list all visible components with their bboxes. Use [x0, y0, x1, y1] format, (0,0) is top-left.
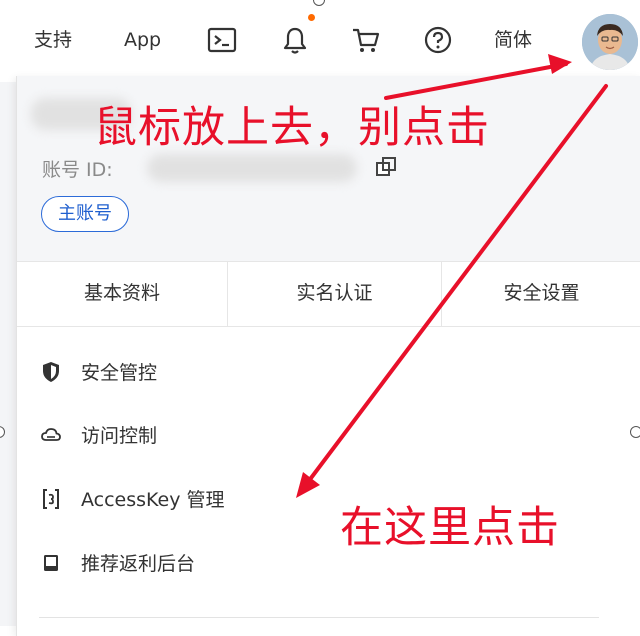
avatar[interactable] — [582, 14, 638, 70]
nav-app-link[interactable]: App — [124, 26, 161, 54]
menu-item-access-control[interactable]: 访问控制 — [41, 420, 601, 452]
copy-icon[interactable] — [375, 156, 397, 178]
blurred-account-id — [147, 154, 357, 182]
cloud-icon — [41, 428, 61, 441]
help-icon[interactable] — [422, 24, 454, 56]
terminal-icon[interactable] — [206, 24, 238, 56]
monitor-icon — [44, 555, 58, 571]
account-tabs: 基本资料 实名认证 安全设置 — [17, 261, 640, 327]
menu-item-label: 推荐返利后台 — [81, 553, 196, 575]
menu-item-label: AccessKey 管理 — [81, 489, 225, 511]
tab-real-name-verification[interactable]: 实名认证 — [228, 262, 442, 326]
key-icon — [43, 489, 59, 509]
background-page-strip — [0, 82, 16, 626]
click-instruction-annotation: 在这里点击 — [340, 503, 560, 553]
top-nav-bar: 支持 App 简体 — [0, 0, 640, 82]
menu-item-security-control[interactable]: 安全管控 — [41, 357, 601, 389]
avatar-portrait-icon — [582, 14, 638, 70]
tab-security-settings[interactable]: 安全设置 — [442, 262, 640, 326]
account-id-label: 账号 ID: — [42, 159, 113, 181]
language-switch[interactable]: 简体 — [494, 26, 532, 54]
tab-basic-info[interactable]: 基本资料 — [17, 262, 228, 326]
menu-item-label: 安全管控 — [81, 362, 158, 384]
main-account-badge: 主账号 — [41, 196, 129, 232]
hover-instruction-annotation: 鼠标放上去，别点击 — [94, 103, 490, 153]
bell-icon[interactable] — [279, 24, 311, 56]
shield-icon — [43, 362, 59, 382]
cart-icon[interactable] — [350, 24, 382, 56]
menu-item-label: 访问控制 — [81, 425, 158, 447]
edge-marker — [630, 426, 640, 438]
menu-divider — [39, 617, 599, 618]
nav-support-link[interactable]: 支持 — [34, 26, 72, 54]
notification-dot — [308, 14, 315, 21]
